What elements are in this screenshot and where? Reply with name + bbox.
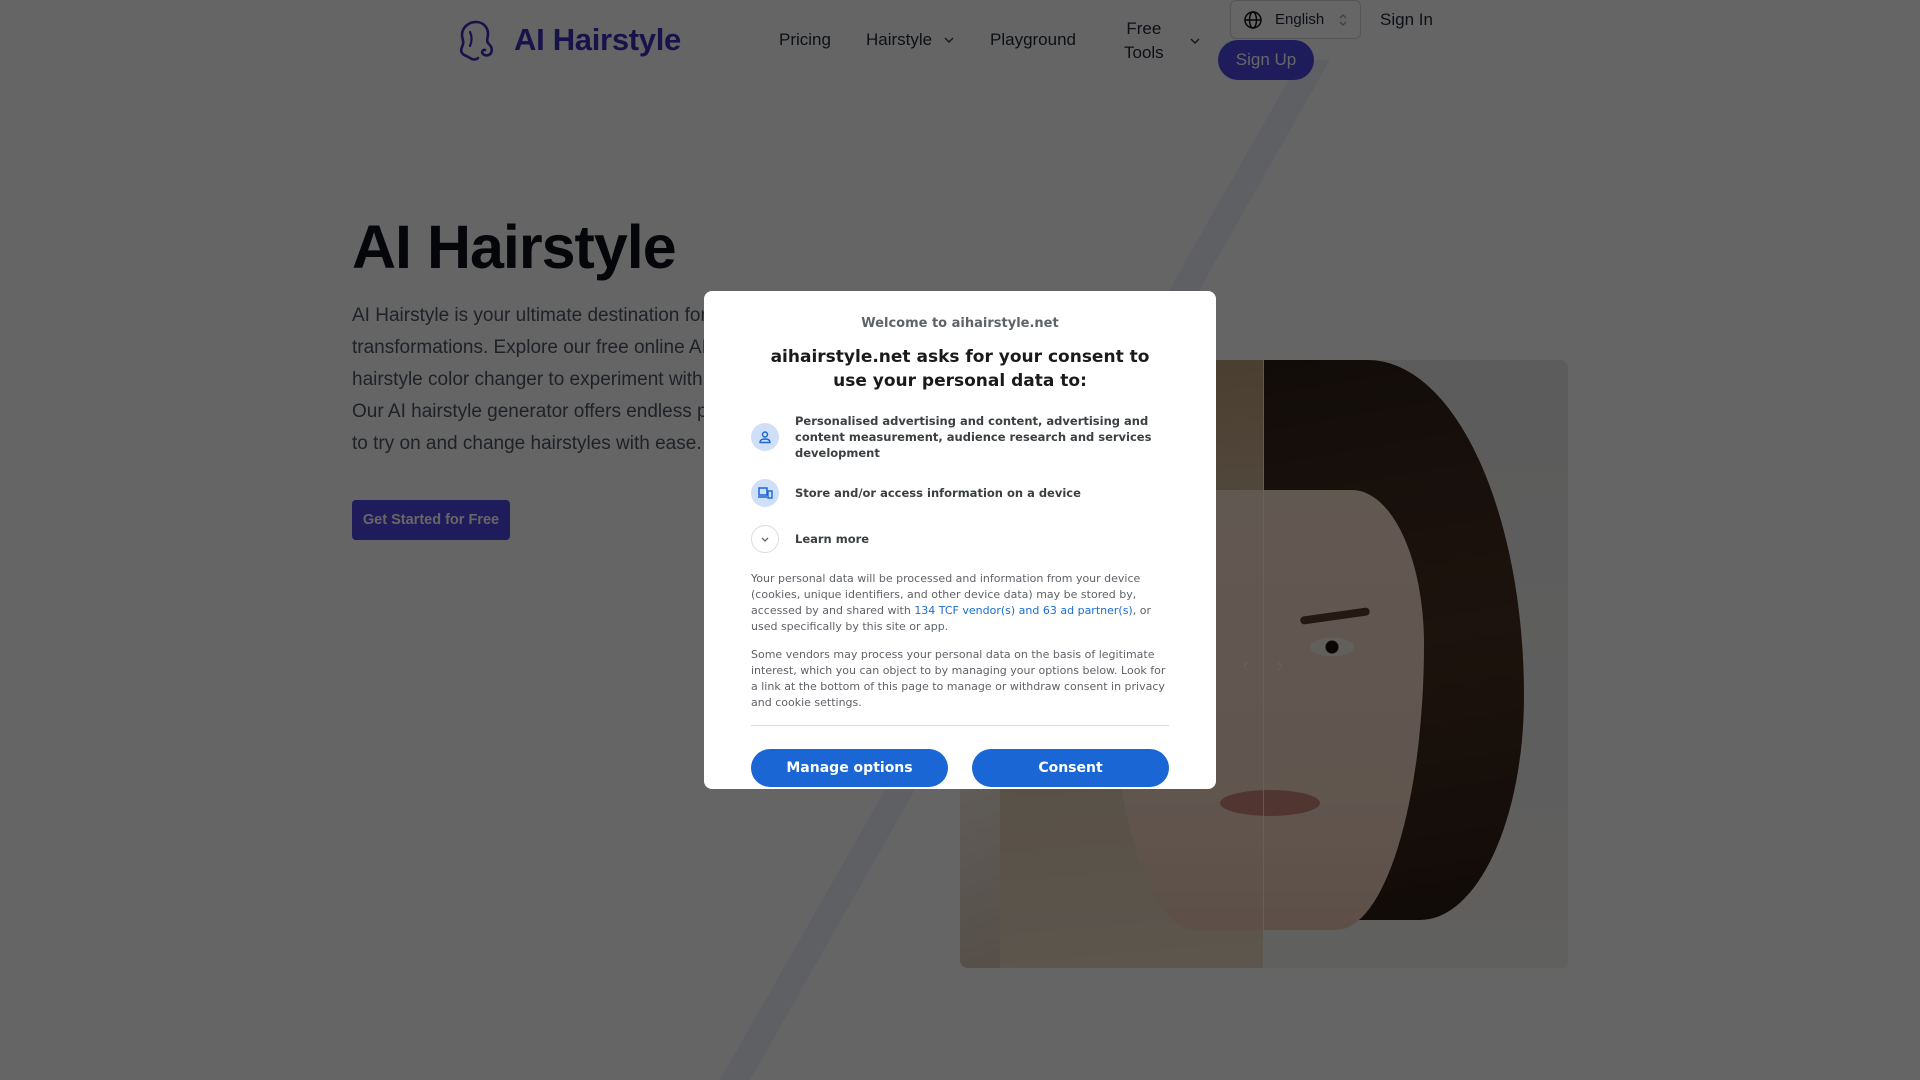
vendors-link[interactable]: 134 TCF vendor(s) and 63 ad partner(s) — [914, 604, 1132, 617]
consent-dialog: Welcome to aihairstyle.net aihairstyle.n… — [704, 291, 1216, 789]
person-icon — [751, 423, 779, 451]
manage-options-button[interactable]: Manage options — [751, 749, 948, 787]
consent-purpose: Personalised advertising and content, ad… — [751, 413, 1169, 461]
divider — [751, 725, 1169, 726]
learn-more-toggle[interactable]: Learn more — [751, 525, 1169, 553]
consent-paragraph: Your personal data will be processed and… — [751, 571, 1169, 635]
purpose-text: Store and/or access information on a dev… — [795, 486, 1081, 500]
chevron-down-icon — [751, 525, 779, 553]
learn-more-label: Learn more — [795, 532, 870, 546]
consent-purpose: Store and/or access information on a dev… — [751, 479, 1169, 507]
consent-title: aihairstyle.net asks for your consent to… — [770, 347, 1150, 391]
devices-icon — [751, 479, 779, 507]
purpose-text: Personalised advertising and content, ad… — [795, 414, 1152, 460]
consent-buttons: Manage options Consent — [751, 749, 1169, 787]
consent-button[interactable]: Consent — [972, 749, 1169, 787]
consent-welcome: Welcome to aihairstyle.net — [861, 316, 1059, 331]
consent-paragraph: Some vendors may process your personal d… — [751, 648, 1166, 709]
